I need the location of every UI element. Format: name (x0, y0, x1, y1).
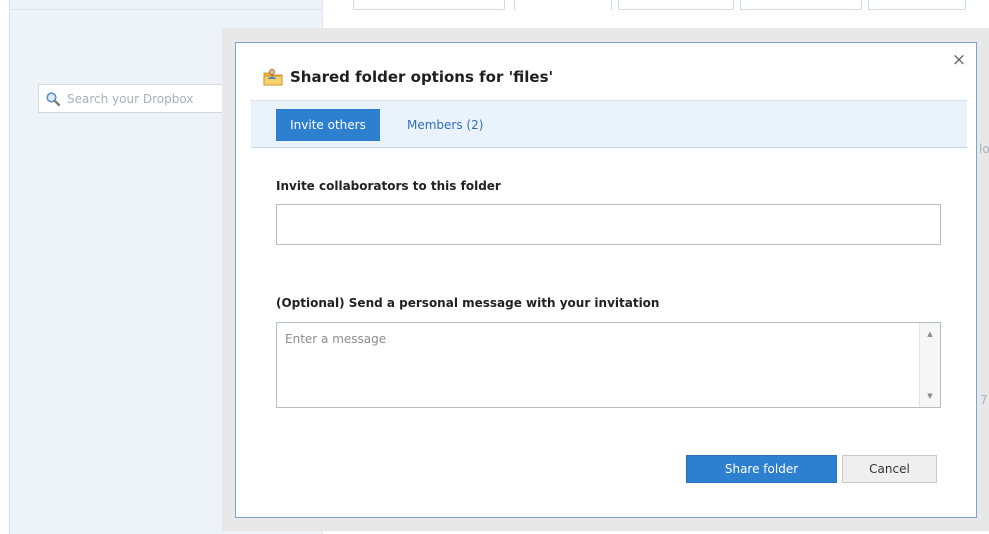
header-tab[interactable] (618, 0, 734, 10)
shared-folder-icon (263, 69, 283, 86)
header-tab[interactable] (868, 0, 966, 10)
dialog-header: Shared folder options for 'files' (263, 65, 553, 89)
close-icon[interactable]: × (950, 51, 968, 69)
background-text: lo (979, 142, 989, 156)
shared-folder-dialog: × Shared folder options for 'files' Invi… (235, 42, 977, 518)
dialog-tab-bar: Invite others Members (2) (251, 100, 967, 148)
tab-invite-others[interactable]: Invite others (276, 109, 380, 141)
invite-collaborators-input[interactable] (276, 204, 941, 245)
tab-members[interactable]: Members (2) (399, 109, 491, 141)
share-folder-button[interactable]: Share folder (686, 455, 837, 483)
background-text: 7 (980, 393, 988, 407)
invite-label: Invite collaborators to this folder (276, 179, 501, 193)
header-tab[interactable] (514, 0, 612, 10)
top-bar (9, 0, 323, 10)
cancel-button[interactable]: Cancel (842, 455, 937, 483)
header-tab[interactable] (740, 0, 862, 10)
scroll-down-arrow-icon[interactable]: ▼ (920, 386, 940, 406)
message-area: ▲ ▼ (276, 322, 941, 408)
search-box[interactable]: Search your Dropbox (38, 84, 228, 113)
scroll-up-arrow-icon[interactable]: ▲ (920, 324, 940, 344)
message-label: (Optional) Send a personal message with … (276, 296, 660, 310)
search-placeholder: Search your Dropbox (67, 91, 194, 106)
search-icon (46, 91, 61, 106)
dialog-title: Shared folder options for 'files' (290, 68, 554, 86)
header-tab[interactable] (353, 0, 505, 10)
message-scrollbar[interactable]: ▲ ▼ (919, 323, 940, 407)
personal-message-textarea[interactable] (277, 323, 917, 407)
